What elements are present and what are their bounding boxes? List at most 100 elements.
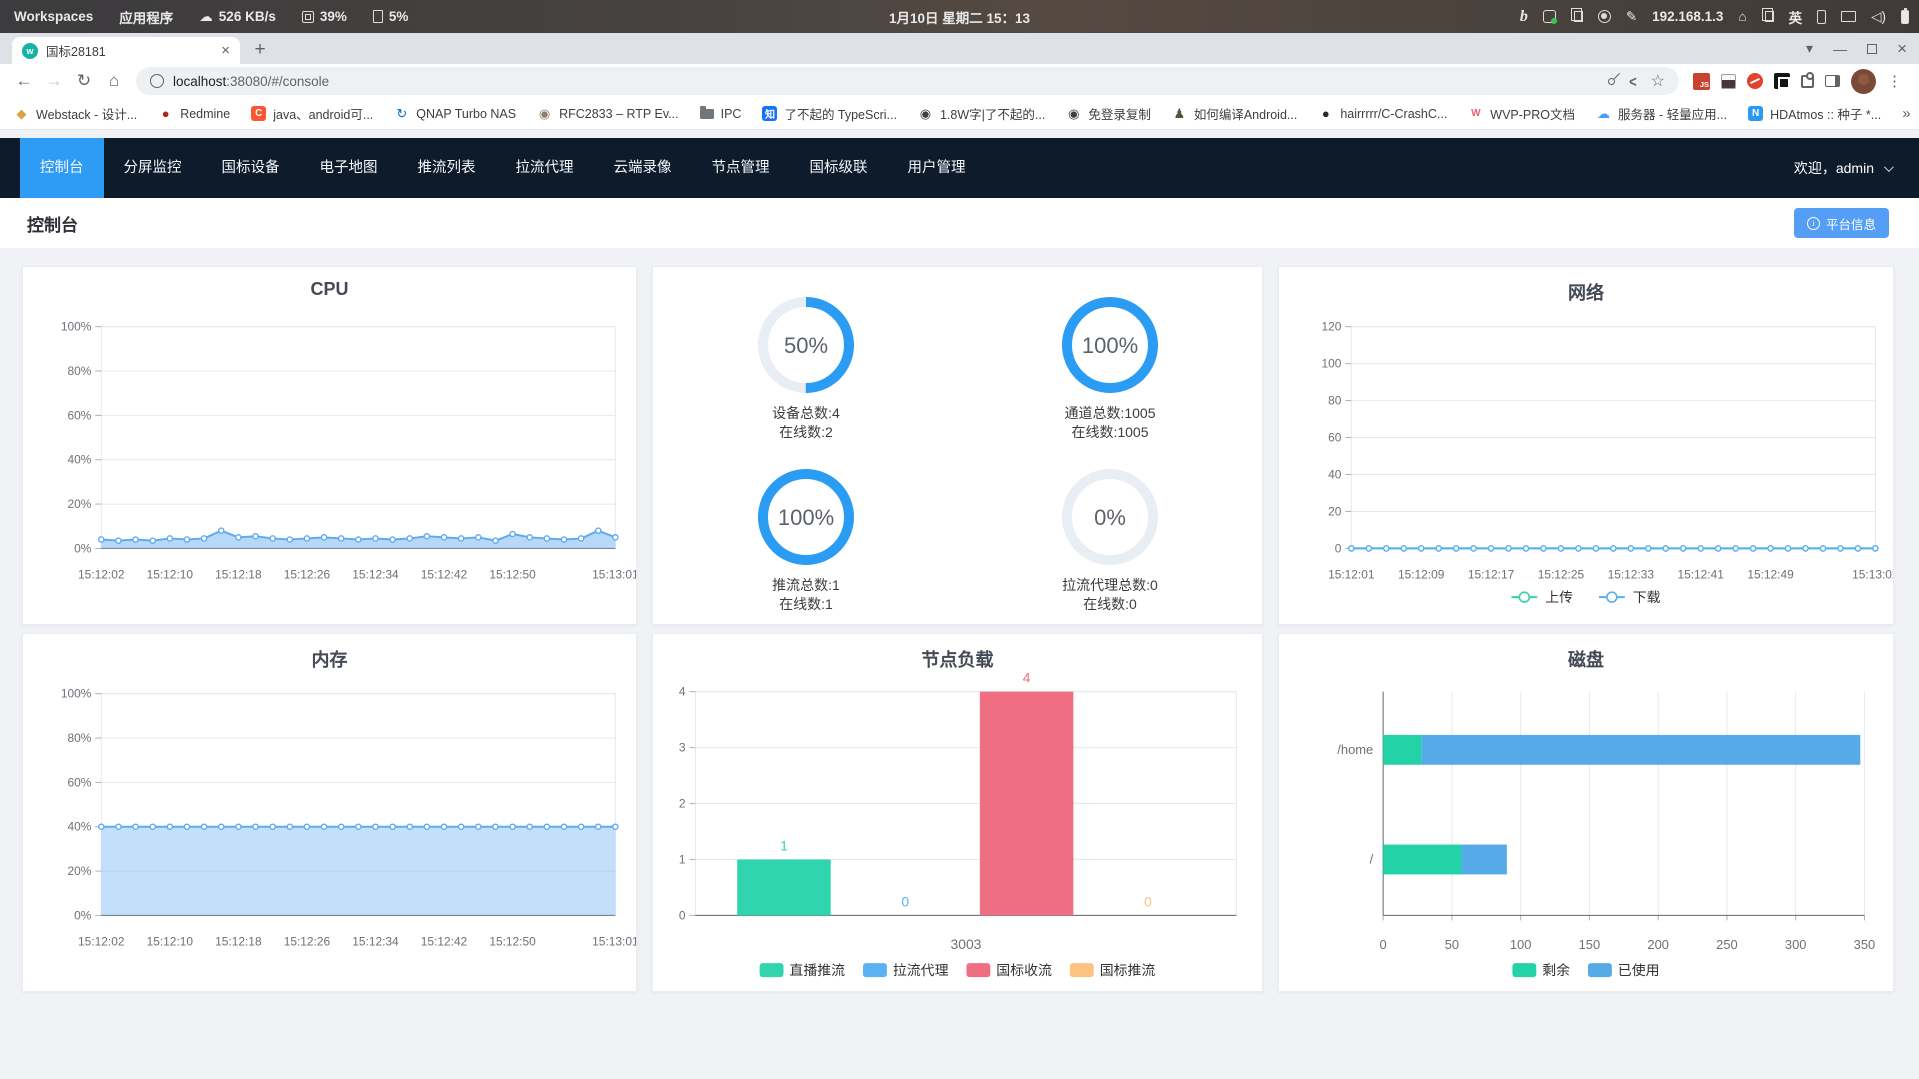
url-host: localhost <box>173 73 227 89</box>
workspaces-button[interactable]: Workspaces <box>14 9 93 24</box>
legend-item[interactable]: 剩余 <box>1512 962 1570 978</box>
svg-text:20%: 20% <box>67 497 91 511</box>
legend-item[interactable]: 已使用 <box>1587 962 1660 978</box>
display-tray-icon[interactable] <box>1841 11 1857 22</box>
bookmark-item[interactable]: Cjava、android可... <box>251 104 373 123</box>
svg-text:15:12:49: 15:12:49 <box>1747 567 1794 581</box>
pencil-tray-icon[interactable]: ✎ <box>1626 9 1637 25</box>
window-close-button[interactable]: × <box>1897 39 1907 59</box>
address-bar[interactable]: localhost:38080/#/console < ☆ <box>136 67 1679 95</box>
legend-item[interactable]: 国标推流 <box>1069 962 1156 978</box>
welcome-text: 欢迎，admin <box>1793 160 1874 176</box>
bing-tray-icon[interactable]: b <box>1520 8 1528 26</box>
tab-favicon-icon: w <box>22 42 38 59</box>
bookmark-item[interactable]: N HDAtmos :: 种子 *... <box>1748 104 1881 123</box>
svg-text:20%: 20% <box>67 864 91 878</box>
applications-button[interactable]: 应用程序 <box>119 7 173 27</box>
nav-item-推流列表[interactable]: 推流列表 <box>398 138 496 198</box>
bookmark-item[interactable]: ↻ QNAP Turbo NAS <box>394 106 516 121</box>
memory-usage-indicator[interactable]: 5% <box>372 9 408 24</box>
extension-icon[interactable] <box>1721 73 1736 89</box>
tab-search-icon[interactable]: ▾ <box>1806 40 1813 57</box>
windows-tray-icon[interactable] <box>1761 8 1774 22</box>
back-button[interactable]: ← <box>10 71 38 91</box>
nav-item-国标设备[interactable]: 国标设备 <box>202 138 300 198</box>
tab-title: 国标28181 <box>46 45 106 59</box>
nav-item-节点管理[interactable]: 节点管理 <box>692 138 790 198</box>
extensions-puzzle-icon[interactable] <box>1801 71 1814 88</box>
legend-item[interactable]: 下载 <box>1598 589 1661 605</box>
window-minimize-button[interactable]: — <box>1833 41 1847 57</box>
user-menu[interactable]: 欢迎，admin <box>1794 138 1919 198</box>
window-restore-button[interactable] <box>1867 43 1878 54</box>
cpu-chart: 0% 20% 40% 60% 80% 100% 15:12:02 15:12:10 15:12:… <box>61 320 636 582</box>
disk-chart: 0 50 100 150 200 250 300 350/home / 剩余 已使用 <box>1337 691 1876 978</box>
nav-item-分屏监控[interactable]: 分屏监控 <box>104 138 202 198</box>
legend-item[interactable]: 拉流代理 <box>863 962 949 978</box>
bookmark-item[interactable]: ● Redmine <box>158 106 230 121</box>
svg-text:15:12:02: 15:12:02 <box>78 934 125 948</box>
bookmark-item[interactable]: ◉ 1.8W字|了不起的... <box>918 104 1046 123</box>
svg-text:80%: 80% <box>67 364 91 378</box>
svg-text:15:12:10: 15:12:10 <box>147 934 194 948</box>
side-panel-icon[interactable] <box>1825 75 1840 87</box>
dashboard: CPU 0% 20% 40% 60% 80% 100% 15:12:02 15:12:10 15… <box>0 248 1919 992</box>
bookmark-item[interactable]: ♟ 如何编译Android... <box>1172 104 1298 123</box>
bookmark-item[interactable]: ◉ RFC2833 – RTP Ev... <box>537 106 679 121</box>
forward-button[interactable]: → <box>40 71 68 91</box>
cpu-usage-indicator[interactable]: 39% <box>301 9 347 24</box>
bookmark-label: HDAtmos :: 种子 *... <box>1770 108 1882 122</box>
bookmark-label: hairrrrr/C-CrashC... <box>1340 106 1448 121</box>
app-status-tray-icon[interactable] <box>1542 10 1557 24</box>
bookmark-star-icon[interactable]: ☆ <box>1651 71 1665 91</box>
svg-text:40: 40 <box>1328 467 1342 481</box>
share-icon[interactable]: < <box>1629 72 1637 90</box>
input-language-indicator[interactable]: 英 <box>1789 7 1803 27</box>
legend-item[interactable]: 上传 <box>1511 589 1573 605</box>
new-tab-button[interactable]: + <box>246 36 274 64</box>
clipboard-tray-icon[interactable] <box>1570 8 1583 22</box>
browser-menu-icon[interactable]: ⋮ <box>1887 72 1903 90</box>
reload-button[interactable]: ↻ <box>70 71 98 91</box>
cup-tray-icon[interactable] <box>1597 10 1611 23</box>
platform-info-button[interactable]: 平台信息 <box>1793 208 1889 238</box>
bookmark-item[interactable]: ● hairrrrr/C-CrashC... <box>1318 106 1447 121</box>
nav-item-拉流代理[interactable]: 拉流代理 <box>496 138 594 198</box>
phone-tray-icon[interactable] <box>1817 9 1827 24</box>
svg-text:350: 350 <box>1854 937 1876 952</box>
nav-item-用户管理[interactable]: 用户管理 <box>888 138 986 198</box>
home-button[interactable]: ⌂ <box>100 71 128 91</box>
svg-text:120: 120 <box>1321 320 1341 334</box>
nav-item-电子地图[interactable]: 电子地图 <box>300 138 398 198</box>
nav-item-控制台[interactable]: 控制台 <box>20 138 104 198</box>
chart-title: 节点负载 <box>921 650 994 670</box>
network-speed-indicator[interactable]: ☁ 526 KB/s <box>199 9 276 25</box>
bookmark-item[interactable]: ◉ 免登录复制 <box>1066 104 1151 123</box>
battery-icon[interactable] <box>1901 7 1909 24</box>
browser-tab[interactable]: w 国标28181 × <box>12 37 240 64</box>
bookmark-item[interactable]: ◆ Webstack - 设计... <box>14 104 138 123</box>
bookmark-item[interactable]: ☁ 服务器 - 轻量应用... <box>1596 104 1727 123</box>
device-stat: 50% 设备总数:4 在线数:2 <box>703 293 909 442</box>
bookmark-label: 了不起的 TypeScri... <box>784 108 897 122</box>
site-info-icon[interactable] <box>150 74 164 88</box>
bookmark-item[interactable]: 知了不起的 TypeScri... <box>762 104 897 123</box>
ip-address[interactable]: 192.168.1.3 <box>1652 9 1723 24</box>
bookmark-item[interactable]: » <box>1902 105 1910 122</box>
disk-card: 磁盘 0 50 100 150 200 250 300 350/home / 剩余 已使用 <box>1278 633 1894 992</box>
legend-item[interactable]: 直播推流 <box>759 962 846 978</box>
adblock-extension-icon[interactable] <box>1747 73 1763 89</box>
volume-icon[interactable]: ◁) <box>1871 9 1886 25</box>
password-manager-icon[interactable] <box>1606 76 1617 86</box>
nav-item-国标级联[interactable]: 国标级联 <box>790 138 888 198</box>
home-tray-icon[interactable]: ⌂ <box>1738 9 1746 24</box>
tab-close-icon[interactable]: × <box>221 43 230 58</box>
legend-item[interactable]: 国标收流 <box>966 962 1052 978</box>
nav-item-云端录像[interactable]: 云端录像 <box>594 138 692 198</box>
profile-avatar[interactable] <box>1851 68 1876 94</box>
svg-text:50%: 50% <box>784 333 828 358</box>
bookmark-item[interactable]: W WVP-PRO文档 <box>1468 104 1575 123</box>
extension-js-icon[interactable]: JS <box>1693 72 1710 90</box>
bookmark-item[interactable]: IPC <box>699 105 741 121</box>
extension-screenshot-icon[interactable] <box>1774 73 1790 89</box>
